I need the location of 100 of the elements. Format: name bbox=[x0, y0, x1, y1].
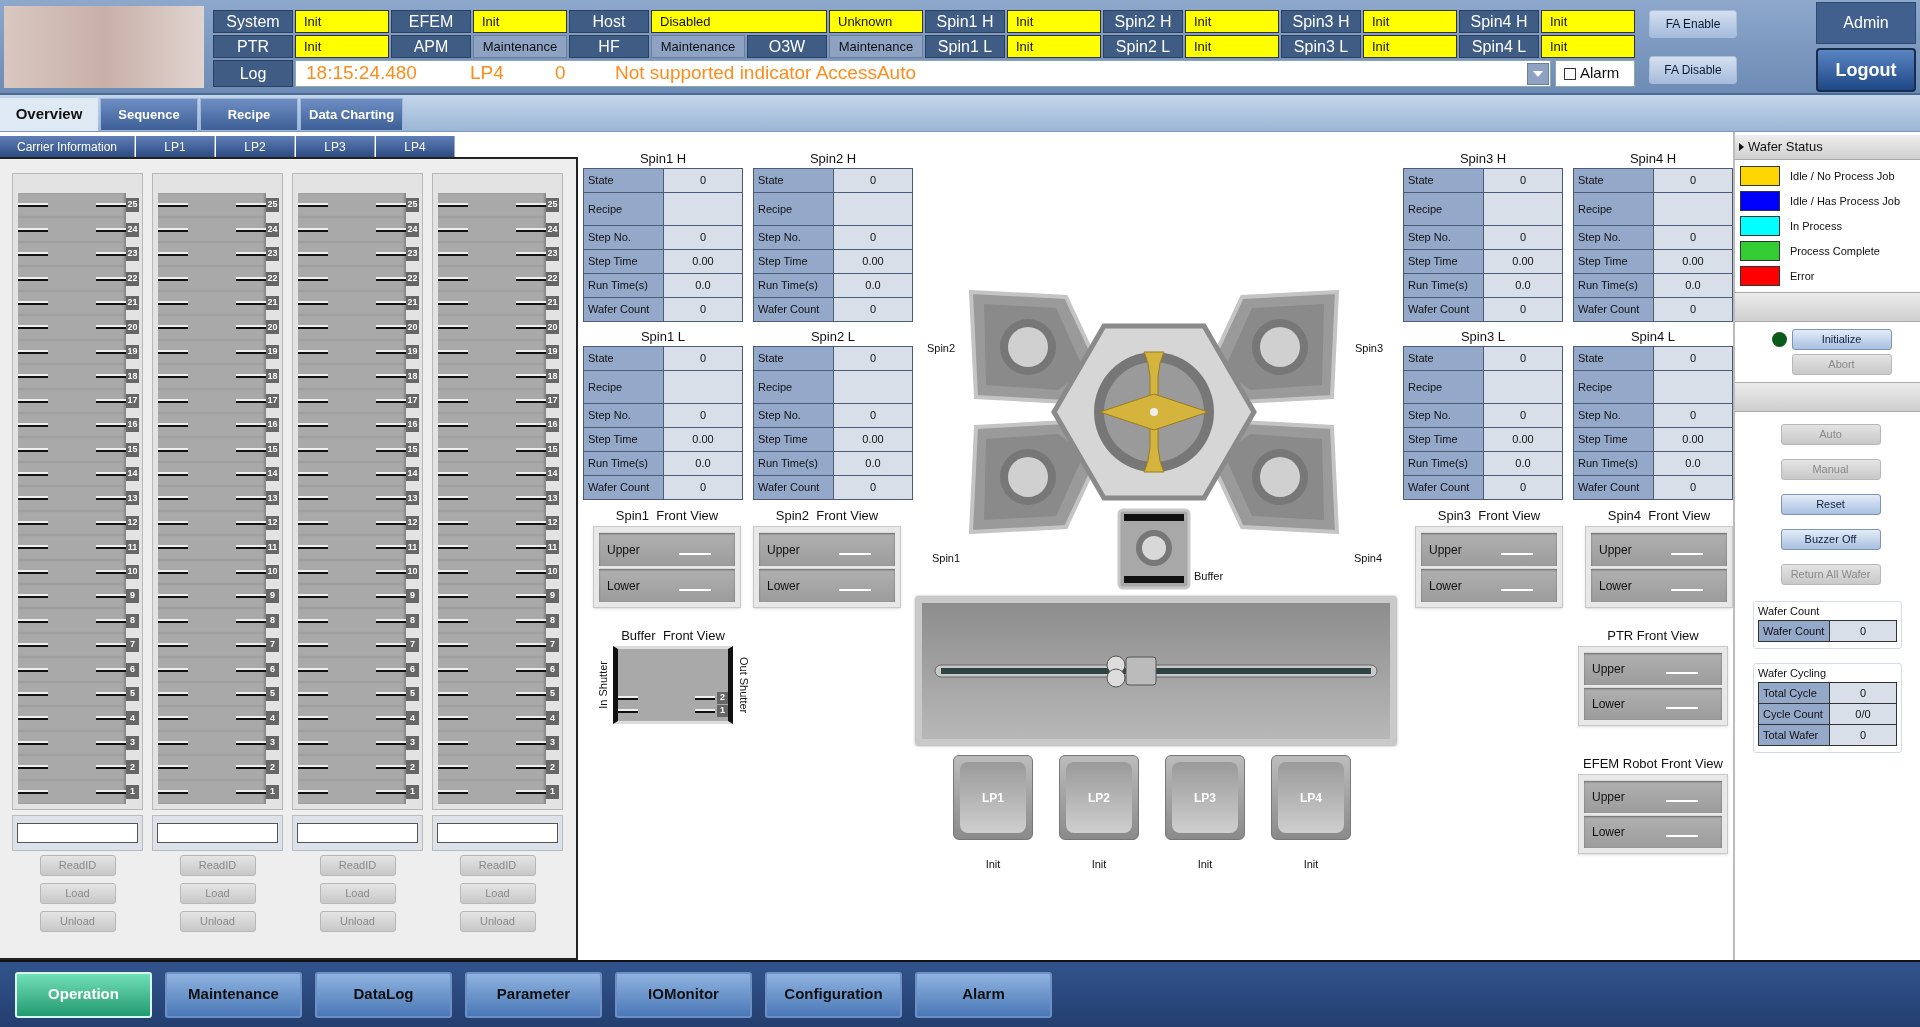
table-cell: Wafer Count bbox=[1404, 476, 1483, 499]
sub-tab[interactable]: LP3 bbox=[296, 136, 375, 157]
slot-shelf-icon bbox=[438, 618, 468, 623]
slot-number: 17 bbox=[126, 393, 139, 408]
slot-shelf-icon bbox=[18, 691, 48, 696]
slot-shelf-icon bbox=[96, 520, 126, 525]
status-value: Init bbox=[1541, 10, 1635, 33]
checkbox-icon[interactable] bbox=[1564, 67, 1576, 80]
status-label: APM bbox=[391, 35, 471, 58]
table-cell: 0.0 bbox=[1484, 452, 1562, 475]
slot-shelf-icon bbox=[236, 765, 266, 770]
sub-tab[interactable]: LP1 bbox=[136, 136, 215, 157]
slot-number: 21 bbox=[546, 295, 559, 310]
nav-button[interactable]: Parameter bbox=[465, 971, 602, 1018]
slot-shelf-icon bbox=[158, 276, 188, 281]
chamber-label: Spin3 bbox=[1354, 342, 1384, 354]
slot-shelf-icon bbox=[236, 716, 266, 721]
slot-shelf-icon bbox=[695, 708, 715, 713]
action-button[interactable]: Initialize bbox=[1791, 329, 1892, 350]
nav-button[interactable]: Maintenance bbox=[165, 971, 302, 1018]
load-port-label: LP4 bbox=[1300, 789, 1322, 807]
sub-tab[interactable]: LP4 bbox=[376, 136, 455, 157]
view-title: EFEM Robot Front View bbox=[1583, 755, 1723, 773]
slot-shelf-icon bbox=[516, 569, 546, 574]
carrier-id-field[interactable] bbox=[292, 815, 423, 851]
slot-number: 13 bbox=[266, 491, 279, 506]
slot-shelf-icon bbox=[236, 569, 266, 574]
slot-number: 1 bbox=[717, 704, 728, 717]
slot-number: 23 bbox=[546, 247, 559, 262]
action-button[interactable]: Buzzer Off bbox=[1780, 529, 1881, 550]
fa-button[interactable]: FA Enable bbox=[1649, 10, 1737, 38]
slot-number: 25 bbox=[266, 198, 279, 213]
slot-shelf-icon bbox=[516, 496, 546, 501]
log-field[interactable]: 18:15:24.480 LP4 0 Not supported indicator AccessAuto bbox=[295, 60, 1551, 87]
table-cell: Run Time(s) bbox=[1404, 274, 1483, 297]
carrier-id-field[interactable] bbox=[12, 815, 143, 851]
table-cell: 0.0 bbox=[664, 274, 742, 297]
dropdown-caret-icon[interactable] bbox=[1527, 62, 1549, 85]
table-cell: Run Time(s) bbox=[754, 452, 833, 475]
slot-shelf-icon bbox=[158, 740, 188, 745]
table-cell: Recipe bbox=[1404, 371, 1483, 403]
slot-shelf-icon bbox=[438, 276, 468, 281]
table-cell: State bbox=[584, 347, 663, 370]
nav-button[interactable]: DataLog bbox=[315, 971, 452, 1018]
nav-button[interactable]: IOMonitor bbox=[615, 971, 752, 1018]
table-cell: 0.0 bbox=[1654, 452, 1732, 475]
carrier-id-field[interactable] bbox=[152, 815, 283, 851]
slot-number: 11 bbox=[546, 540, 559, 555]
slot-shelf-icon bbox=[516, 276, 546, 281]
slot-shelf-icon bbox=[18, 667, 48, 672]
slot-shelf-icon bbox=[236, 252, 266, 257]
nav-button[interactable]: Configuration bbox=[765, 971, 902, 1018]
slot-shelf-icon bbox=[298, 716, 328, 721]
alarm-checkbox[interactable]: Alarm bbox=[1555, 60, 1635, 87]
main-tab[interactable]: Overview bbox=[0, 98, 98, 131]
slot-number: 20 bbox=[406, 320, 419, 335]
slot-shelf-icon bbox=[236, 594, 266, 599]
slot-number: 8 bbox=[266, 613, 279, 628]
table-cell: Recipe bbox=[1574, 371, 1653, 403]
slot-shelf-icon bbox=[236, 545, 266, 550]
slot-shelf-icon bbox=[96, 227, 126, 232]
sub-tab[interactable]: LP2 bbox=[216, 136, 295, 157]
slot-shelf-icon bbox=[516, 447, 546, 452]
table-cell: Wafer Count bbox=[754, 476, 833, 499]
slot-number: 10 bbox=[266, 564, 279, 579]
slot-shelf-icon bbox=[516, 203, 546, 208]
slot-shelf-icon bbox=[158, 520, 188, 525]
sub-tab[interactable]: Carrier Information bbox=[0, 136, 135, 157]
table-cell: 0 bbox=[664, 226, 742, 249]
main-tab[interactable]: Recipe bbox=[200, 98, 298, 131]
slot-shelf-icon bbox=[376, 325, 406, 330]
table-cell: 0.0 bbox=[1484, 274, 1562, 297]
main-tab[interactable]: Data Charting bbox=[300, 98, 404, 131]
slot-number: 19 bbox=[266, 344, 279, 359]
table-title: Spin1 H bbox=[638, 150, 688, 168]
slot-number: 25 bbox=[546, 198, 559, 213]
nav-button[interactable]: Alarm bbox=[915, 971, 1052, 1018]
slot-number: 16 bbox=[126, 418, 139, 433]
slot-shelf-icon bbox=[96, 643, 126, 648]
slot-shelf-icon bbox=[298, 789, 328, 794]
slot-number: 7 bbox=[126, 638, 139, 653]
table-title: Spin3 L bbox=[1459, 328, 1507, 346]
carrier-id-field[interactable] bbox=[432, 815, 563, 851]
logout-button[interactable]: Logout bbox=[1816, 48, 1916, 92]
slot-shelf-icon bbox=[516, 691, 546, 696]
fa-button[interactable]: FA Disable bbox=[1649, 56, 1737, 84]
slot-shelf-icon bbox=[96, 252, 126, 257]
slot-shelf-icon bbox=[18, 765, 48, 770]
action-button[interactable]: Reset bbox=[1780, 494, 1881, 515]
slot-shelf-icon bbox=[376, 765, 406, 770]
slot-shelf-icon bbox=[438, 227, 468, 232]
table-cell: Step No. bbox=[754, 404, 833, 427]
slot-shelf-icon bbox=[96, 667, 126, 672]
slot-number: 8 bbox=[546, 613, 559, 628]
slot-shelf-icon bbox=[158, 252, 188, 257]
table-cell: Wafer Count bbox=[1574, 476, 1653, 499]
slot-number: 6 bbox=[546, 662, 559, 677]
table-cell: Step Time bbox=[1574, 250, 1653, 273]
main-tab[interactable]: Sequence bbox=[100, 98, 198, 131]
slot-shelf-icon bbox=[96, 349, 126, 354]
